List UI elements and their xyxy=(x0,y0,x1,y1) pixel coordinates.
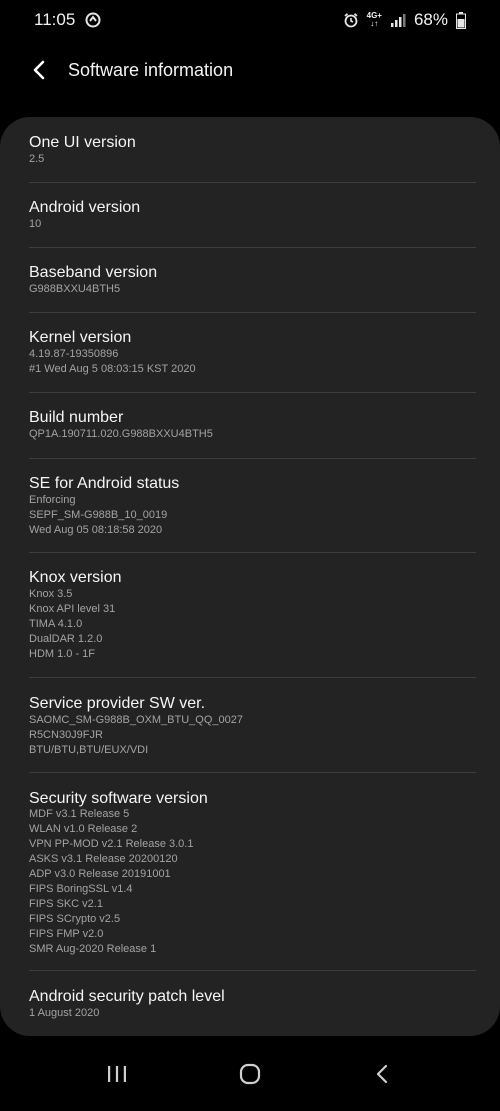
item-value: QP1A.190711.020.G988BXXU4BTH5 xyxy=(29,428,213,440)
item-title: Android security patch level xyxy=(29,988,225,1005)
item-title: Kernel version xyxy=(29,329,132,346)
item-title: Build number xyxy=(29,409,124,426)
battery-percent: 68% xyxy=(413,10,448,29)
list-item-knox-version: Knox version Knox 3.5 Knox API level 31 … xyxy=(29,553,476,678)
home-icon xyxy=(239,1063,261,1084)
item-value: Enforcing xyxy=(29,494,76,506)
item-value: HDM 1.0 - 1F xyxy=(29,648,96,660)
back-button[interactable] xyxy=(20,50,60,90)
item-value: MDF v3.1 Release 5 xyxy=(29,808,130,820)
nav-back-button[interactable] xyxy=(353,1049,413,1099)
item-title: One UI version xyxy=(29,134,136,151)
item-value: FIPS BoringSSL v1.4 xyxy=(29,883,133,895)
item-value: FIPS SCrypto v2.5 xyxy=(29,913,121,925)
list-item-build-number: Build number QP1A.190711.020.G988BXXU4BT… xyxy=(29,393,476,459)
item-value: Wed Aug 05 08:18:58 2020 xyxy=(29,524,163,536)
item-value: 2.5 xyxy=(29,153,45,165)
list-item-service-provider-sw: Service provider SW ver. SAOMC_SM-G988B_… xyxy=(29,678,476,773)
network-label: 4G+ ↓↑ xyxy=(367,12,382,28)
item-value: #1 Wed Aug 5 08:03:15 KST 2020 xyxy=(29,363,196,375)
page-title: Software information xyxy=(68,59,234,80)
status-right: 4G+ ↓↑ 68% xyxy=(343,10,466,30)
item-title: Service provider SW ver. xyxy=(29,695,206,712)
item-value: Knox API level 31 xyxy=(29,603,116,615)
app-header: Software information xyxy=(0,40,500,100)
item-title: Baseband version xyxy=(29,264,158,281)
item-value: DualDAR 1.2.0 xyxy=(29,633,103,645)
list-item-baseband-version: Baseband version G988BXXU4BTH5 xyxy=(29,248,476,313)
item-title: SE for Android status xyxy=(29,475,180,492)
item-value: FIPS SKC v2.1 xyxy=(29,898,103,910)
software-info-list: One UI version 2.5 Android version 10 Ba… xyxy=(0,117,500,1036)
list-item-security-software-version: Security software version MDF v3.1 Relea… xyxy=(29,773,476,971)
list-item-security-patch-level: Android security patch level 1 August 20… xyxy=(29,971,476,1033)
alarm-icon xyxy=(343,12,359,28)
back-arrow-icon xyxy=(33,60,45,80)
item-value: FIPS FMP v2.0 xyxy=(29,928,104,940)
item-value: 4.19.87-19350896 xyxy=(29,348,119,360)
item-value: SMR Aug-2020 Release 1 xyxy=(29,943,157,955)
battery-icon xyxy=(456,11,466,29)
item-value: R5CN30J9FJR xyxy=(29,729,103,741)
item-value: Knox 3.5 xyxy=(29,588,73,600)
sync-icon xyxy=(85,12,101,28)
item-value: 10 xyxy=(29,218,42,230)
status-bar: 11:05 4G+ ↓↑ 68% xyxy=(0,0,500,40)
item-value: VPN PP-MOD v2.1 Release 3.0.1 xyxy=(29,838,194,850)
item-value: ADP v3.0 Release 20191001 xyxy=(29,868,171,880)
item-value: SEPF_SM-G988B_10_0019 xyxy=(29,509,168,521)
status-left: 11:05 xyxy=(34,10,101,30)
status-time: 11:05 xyxy=(34,10,76,29)
system-nav-bar xyxy=(0,1036,500,1111)
list-item-one-ui-version: One UI version 2.5 xyxy=(29,117,476,183)
item-value: WLAN v1.0 Release 2 xyxy=(29,823,138,835)
item-value: BTU/BTU,BTU/EUX/VDI xyxy=(29,744,149,756)
item-value: 1 August 2020 xyxy=(29,1007,100,1019)
signal-icon xyxy=(390,13,406,27)
recents-button[interactable] xyxy=(87,1049,147,1099)
item-value: ASKS v3.1 Release 20200120 xyxy=(29,853,178,865)
list-item-kernel-version: Kernel version 4.19.87-19350896 #1 Wed A… xyxy=(29,313,476,393)
list-item-android-version: Android version 10 xyxy=(29,183,476,248)
list-item-se-android-status: SE for Android status Enforcing SEPF_SM-… xyxy=(29,459,476,553)
item-title: Security software version xyxy=(29,790,208,807)
recents-icon xyxy=(107,1065,126,1082)
item-title: Knox version xyxy=(29,569,122,586)
item-title: Android version xyxy=(29,199,141,216)
home-button[interactable] xyxy=(220,1049,280,1099)
item-value: SAOMC_SM-G988B_OXM_BTU_QQ_0027 xyxy=(29,714,243,726)
item-value: G988BXXU4BTH5 xyxy=(29,283,121,295)
nav-back-icon xyxy=(377,1064,388,1083)
item-value: TIMA 4.1.0 xyxy=(29,618,83,630)
data-arrows-icon: ↓↑ xyxy=(370,19,379,28)
